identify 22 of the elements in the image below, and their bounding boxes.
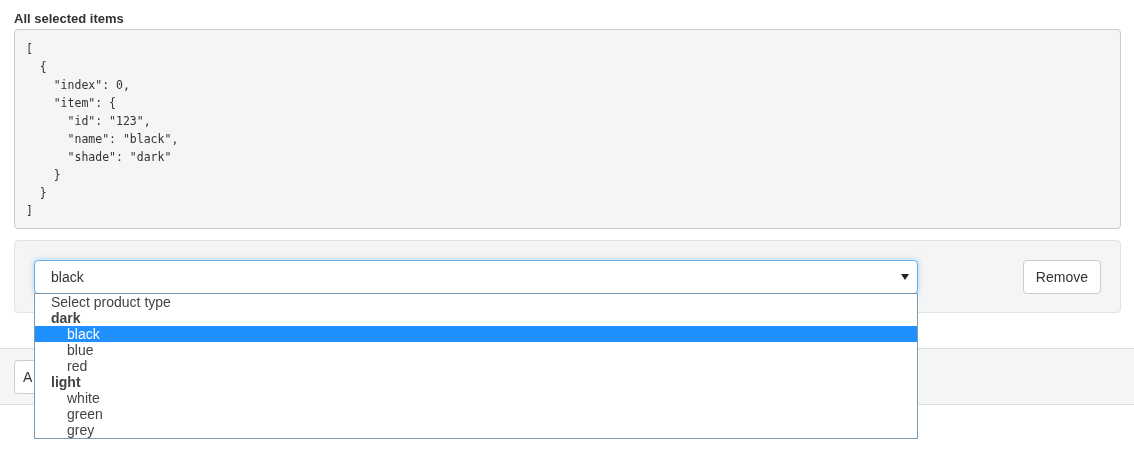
code-line: "name": "black", bbox=[66, 131, 180, 148]
section-heading: All selected items bbox=[14, 10, 125, 28]
code-line: [ bbox=[26, 41, 34, 58]
dropdown-option[interactable]: white bbox=[35, 389, 917, 406]
dropdown-option[interactable]: grey bbox=[35, 421, 917, 438]
product-select[interactable]: black bbox=[34, 259, 918, 294]
dropdown-option[interactable]: Select product type bbox=[35, 293, 917, 310]
dropdown-option[interactable]: green bbox=[35, 405, 917, 422]
option-group-label: dark bbox=[50, 309, 82, 326]
code-line: } bbox=[38, 185, 48, 202]
caret-icon bbox=[900, 273, 909, 280]
option-group-label: light bbox=[50, 373, 82, 390]
code-line: "item": { bbox=[52, 95, 117, 112]
code-line: { bbox=[38, 59, 48, 76]
code-line: } bbox=[52, 167, 62, 184]
remove-button[interactable]: Remove bbox=[1022, 259, 1101, 294]
code-line: "shade": "dark" bbox=[66, 149, 173, 166]
code-line: "index": 0, bbox=[52, 77, 131, 94]
dropdown-option[interactable]: red bbox=[35, 357, 917, 374]
code-line: ] bbox=[26, 203, 34, 220]
dropdown-option[interactable]: blue bbox=[35, 341, 917, 358]
code-line: "id": "123", bbox=[66, 113, 152, 130]
